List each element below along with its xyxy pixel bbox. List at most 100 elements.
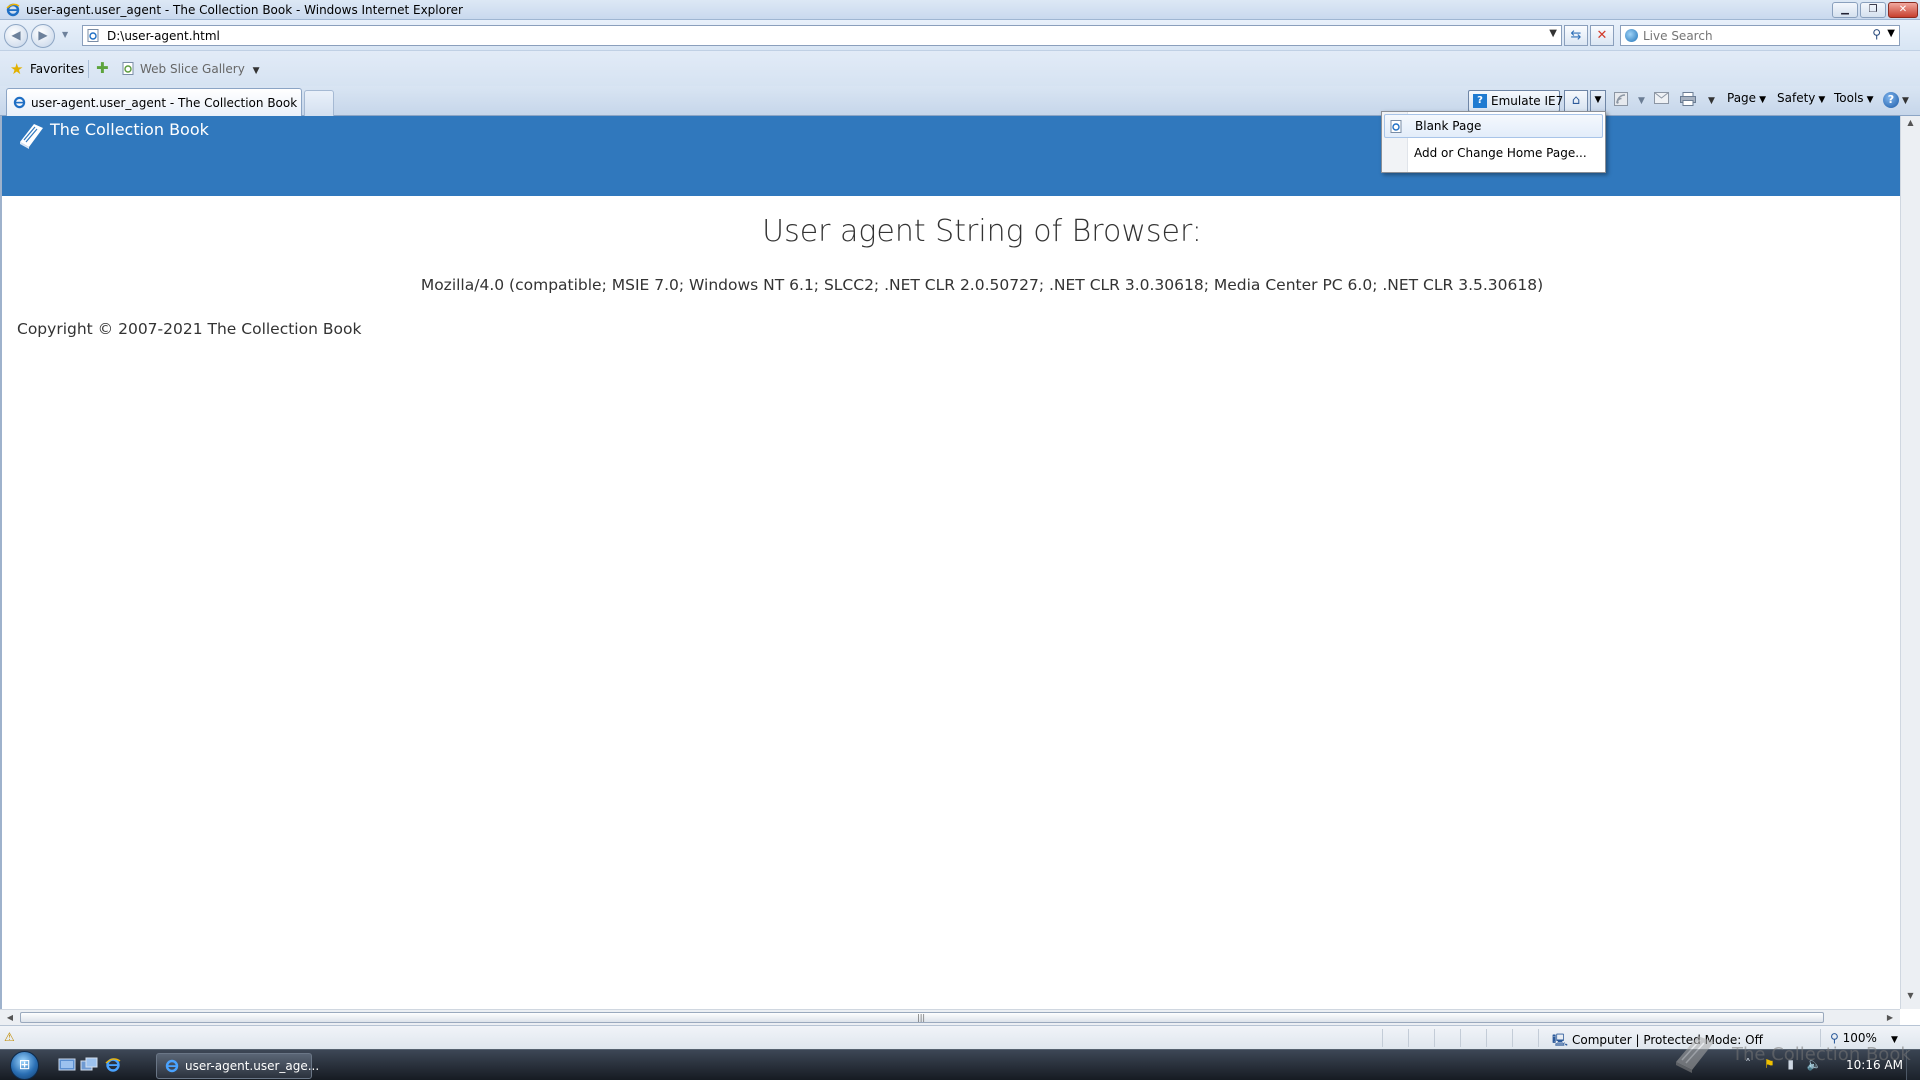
web-slice-icon (122, 62, 135, 75)
scroll-up-icon[interactable]: ▲ (1901, 118, 1920, 134)
search-box[interactable]: ⚲ ▼ (1620, 25, 1900, 46)
page-heading: User agent String of Browser: (762, 214, 1202, 249)
search-magnifier-icon[interactable]: ⚲ (1872, 27, 1881, 41)
print-dropdown-icon[interactable]: ▼ (1708, 96, 1715, 106)
menu-item-label: Blank Page (1415, 119, 1482, 133)
page-menu[interactable]: Page ▼ (1727, 91, 1766, 111)
menu-item-blank-page[interactable]: Blank Page (1384, 114, 1603, 138)
chevron-down-icon: ▼ (1759, 95, 1766, 105)
compatibility-icon: ? (1473, 94, 1487, 108)
feeds-icon[interactable] (1614, 92, 1628, 106)
restore-button[interactable]: ❐ (1860, 2, 1886, 18)
status-divider (1408, 1029, 1409, 1047)
warning-icon[interactable]: ⚠ (4, 1030, 15, 1044)
start-button[interactable]: ⊞ (6, 1050, 44, 1080)
live-search-icon (1625, 29, 1638, 42)
scroll-left-icon[interactable]: ◀ (2, 1010, 18, 1026)
zoom-magnifier-icon: ⚲ (1830, 1031, 1839, 1045)
horizontal-scroll-thumb[interactable]: ||| (20, 1012, 1824, 1023)
search-input[interactable] (1643, 28, 1863, 43)
windows-logo-icon: ⊞ (10, 1051, 39, 1080)
emulate-ie7-button[interactable]: ? Emulate IE7 (1468, 90, 1563, 112)
read-mail-icon[interactable] (1654, 92, 1669, 104)
print-icon[interactable] (1680, 92, 1696, 106)
taskbar-ie-window-button[interactable]: user-agent.user_age... (156, 1053, 319, 1079)
ie-logo-icon (165, 1059, 179, 1073)
home-dropdown-menu: Blank Page Add or Change Home Page... (1381, 111, 1606, 173)
security-zone-label: Computer | Protected Mode: Off (1572, 1033, 1763, 1047)
book-logo-icon[interactable] (16, 120, 46, 150)
page-menu-label: Page (1727, 91, 1757, 105)
taskbar-clock[interactable]: 10:16 AM (1846, 1058, 1903, 1072)
chevron-down-icon: ▼ (1818, 95, 1826, 105)
favorites-button[interactable]: ★ Favorites (6, 58, 90, 80)
safety-menu[interactable]: Safety ▼ (1777, 91, 1825, 111)
menu-item-label: Add or Change Home Page... (1414, 146, 1587, 160)
toolbar-separator (88, 60, 89, 78)
minimize-icon: ▁ (1841, 4, 1849, 15)
network-icon[interactable]: ▮ (1787, 1057, 1794, 1071)
forward-button[interactable]: ▶ (31, 24, 55, 48)
back-button[interactable]: ◀ (4, 24, 28, 48)
address-dropdown-icon[interactable]: ▼ (1549, 28, 1557, 39)
web-slice-gallery-label: Web Slice Gallery (140, 62, 245, 76)
status-divider (1382, 1029, 1383, 1047)
ie-quicklaunch-icon[interactable] (104, 1057, 122, 1073)
action-center-icon[interactable]: ⚑ (1764, 1057, 1775, 1071)
scroll-down-icon[interactable]: ▼ (1901, 991, 1920, 1007)
refresh-icon: ⇆ (1570, 28, 1582, 43)
switch-windows-icon[interactable] (80, 1057, 98, 1073)
web-slice-gallery-button[interactable]: Web Slice Gallery ▼ (122, 58, 260, 80)
zoom-level[interactable]: ⚲ 100% ▼ (1830, 1031, 1898, 1045)
tools-menu[interactable]: Tools ▼ (1834, 91, 1873, 111)
status-divider (1538, 1029, 1539, 1047)
home-icon: ⌂ (1571, 93, 1581, 108)
home-dropdown-button[interactable]: ▼ (1590, 90, 1606, 112)
page-icon (87, 29, 100, 42)
show-desktop-button[interactable] (1906, 1050, 1920, 1080)
site-header-banner: The Collection Book (2, 116, 1900, 196)
refresh-button[interactable]: ⇆ (1564, 25, 1588, 46)
window-title-bar[interactable]: user-agent.user_agent - The Collection B… (0, 0, 1920, 20)
show-desktop-quicklaunch-icon[interactable] (58, 1057, 76, 1073)
minimize-button[interactable]: ▁ (1832, 2, 1858, 18)
recent-pages-dropdown-icon[interactable]: ▼ (62, 30, 68, 39)
window-title: user-agent.user_agent - The Collection B… (26, 3, 463, 17)
status-divider (1512, 1029, 1513, 1047)
chevron-down-icon: ▼ (1594, 95, 1602, 105)
search-options-dropdown-icon[interactable]: ▼ (1887, 28, 1895, 39)
menu-item-add-or-change-home-page[interactable]: Add or Change Home Page... (1384, 142, 1603, 166)
status-divider (1820, 1029, 1821, 1047)
site-brand-link[interactable]: The Collection Book (50, 120, 209, 139)
tab-row: user-agent.user_agent - The Collection B… (0, 86, 1920, 116)
vertical-scrollbar[interactable]: ▲ ▼ (1900, 116, 1920, 1009)
feeds-dropdown-icon[interactable]: ▼ (1638, 96, 1645, 106)
windows-taskbar: ⊞ user-agent.user_age... ˄ ⚑ ▮ 🔈 10:16 A… (0, 1049, 1920, 1080)
stop-icon: ✕ (1596, 28, 1608, 43)
stop-button[interactable]: ✕ (1590, 25, 1614, 46)
favorites-star-icon: ★ (10, 60, 24, 78)
address-url[interactable]: D:\user-agent.html (107, 29, 220, 43)
zoom-level-label: 100% (1842, 1031, 1877, 1045)
address-toolbar: ◀ ▶ ▼ D:\user-agent.html ▼ ⇆ ✕ ⚲ ▼ (0, 20, 1920, 50)
user-agent-string: Mozilla/4.0 (compatible; MSIE 7.0; Windo… (420, 276, 1544, 294)
address-bar[interactable]: D:\user-agent.html ▼ (82, 25, 1562, 46)
add-to-favorites-icon[interactable]: ✚ (96, 59, 109, 77)
horizontal-scrollbar[interactable]: ◀ ||| ▶ (0, 1009, 1900, 1025)
computer-icon: 🖳 (1552, 1033, 1569, 1047)
volume-icon[interactable]: 🔈 (1807, 1057, 1822, 1071)
home-button[interactable]: ⌂ (1564, 90, 1588, 112)
forward-arrow-icon: ▶ (38, 28, 48, 42)
new-tab-button[interactable] (304, 90, 334, 116)
scroll-right-icon[interactable]: ▶ (1882, 1010, 1898, 1026)
taskbar-ie-label: user-agent.user_age... (185, 1059, 320, 1073)
close-window-button[interactable]: ✕ (1888, 2, 1918, 18)
scroll-grip-icon: ||| (917, 1013, 926, 1022)
status-divider (1434, 1029, 1435, 1047)
help-dropdown-icon[interactable]: ▼ (1902, 96, 1909, 106)
help-icon[interactable]: ? (1883, 92, 1899, 108)
tab-active[interactable]: user-agent.user_agent - The Collection B… (6, 88, 302, 116)
copyright-text: Copyright © 2007-2021 The Collection Boo… (17, 320, 362, 338)
show-hidden-icons-icon[interactable]: ˄ (1745, 1057, 1751, 1071)
status-divider (1460, 1029, 1461, 1047)
